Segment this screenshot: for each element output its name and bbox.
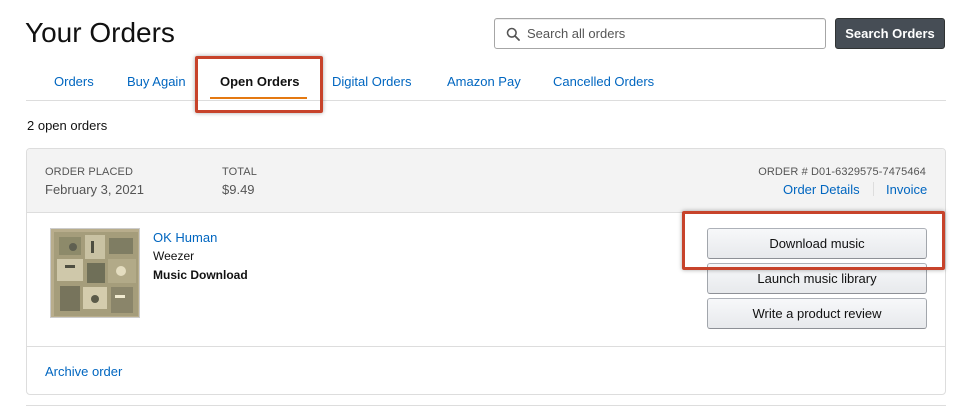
card-divider	[27, 346, 945, 347]
product-format: Music Download	[153, 268, 248, 282]
order-placed-date: February 3, 2021	[45, 182, 145, 197]
order-number: ORDER # D01-6329575-7475464	[758, 166, 926, 178]
order-details-link[interactable]: Order Details	[783, 182, 860, 197]
order-tabs: Orders Buy Again Open Orders Digital Ord…	[26, 65, 946, 101]
search-input-container[interactable]	[494, 18, 826, 49]
active-tab-underline	[210, 97, 307, 99]
write-review-button[interactable]: Write a product review	[707, 298, 927, 329]
order-total-value: $9.49	[222, 182, 255, 197]
header-link-separator	[873, 182, 874, 196]
order-header: ORDER PLACED February 3, 2021 TOTAL $9.4…	[27, 149, 945, 213]
tab-amazon-pay[interactable]: Amazon Pay	[447, 74, 521, 89]
launch-music-library-button[interactable]: Launch music library	[707, 263, 927, 294]
download-music-button[interactable]: Download music	[707, 228, 927, 259]
search-icon	[506, 27, 520, 41]
search-orders-button[interactable]: Search Orders	[835, 18, 945, 49]
tab-digital-orders[interactable]: Digital Orders	[332, 74, 411, 89]
product-title-link[interactable]: OK Human	[153, 230, 217, 245]
album-art-image[interactable]	[50, 228, 140, 318]
tab-cancelled-orders[interactable]: Cancelled Orders	[553, 74, 654, 89]
tab-orders[interactable]: Orders	[54, 74, 94, 89]
orders-count: 2 open orders	[27, 118, 108, 133]
order-placed-label: ORDER PLACED	[45, 166, 133, 178]
order-card: ORDER PLACED February 3, 2021 TOTAL $9.4…	[26, 148, 946, 395]
search-input[interactable]	[527, 26, 825, 41]
tab-buy-again[interactable]: Buy Again	[127, 74, 186, 89]
product-artist: Weezer	[153, 249, 195, 263]
order-total-label: TOTAL	[222, 166, 257, 178]
tab-open-orders[interactable]: Open Orders	[220, 74, 299, 89]
bottom-divider	[26, 405, 946, 406]
page-title: Your Orders	[25, 17, 175, 48]
invoice-link[interactable]: Invoice	[886, 182, 927, 197]
archive-order-link[interactable]: Archive order	[45, 364, 122, 379]
